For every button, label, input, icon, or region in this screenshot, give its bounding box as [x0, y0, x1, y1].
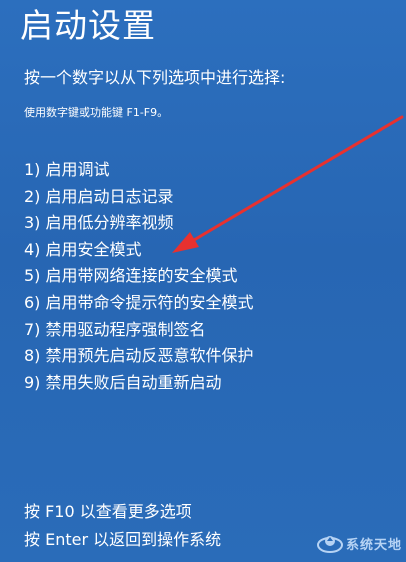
- startup-options-list: 1) 启用调试 2) 启用启动日志记录 3) 启用低分辨率视频 4) 启用安全模…: [24, 157, 254, 396]
- site-logo-icon: [316, 536, 343, 553]
- return-to-os-prompt[interactable]: 按 Enter 以返回到操作系统: [24, 526, 221, 554]
- option-enable-debugging[interactable]: 1) 启用调试: [24, 157, 254, 184]
- option-disable-driver-signature-enforcement[interactable]: 7) 禁用驱动程序强制签名: [24, 317, 254, 344]
- watermark-text: 系统天地: [345, 537, 402, 553]
- instruction-text: 按一个数字以从下列选项中进行选择:: [24, 68, 286, 87]
- key-hint-text: 使用数字键或功能键 F1-F9。: [24, 106, 169, 119]
- option-enable-safe-mode-command-prompt[interactable]: 6) 启用带命令提示符的安全模式: [24, 290, 254, 317]
- site-watermark: 系统天地: [316, 532, 402, 554]
- option-disable-auto-restart[interactable]: 9) 禁用失败后自动重新启动: [24, 370, 254, 397]
- footer-instructions: 按 F10 以查看更多选项 按 Enter 以返回到操作系统: [24, 498, 221, 554]
- option-enable-safe-mode[interactable]: 4) 启用安全模式: [24, 237, 254, 264]
- option-enable-safe-mode-networking[interactable]: 5) 启用带网络连接的安全模式: [24, 263, 254, 290]
- page-title: 启动设置: [20, 6, 156, 45]
- more-options-prompt[interactable]: 按 F10 以查看更多选项: [24, 498, 221, 526]
- option-enable-boot-logging[interactable]: 2) 启用启动日志记录: [24, 184, 254, 211]
- startup-settings-screen: 启动设置 按一个数字以从下列选项中进行选择: 使用数字键或功能键 F1-F9。 …: [0, 0, 406, 562]
- option-enable-low-resolution-video[interactable]: 3) 启用低分辨率视频: [24, 210, 254, 237]
- option-disable-early-launch-antimalware[interactable]: 8) 禁用预先启动反恶意软件保护: [24, 343, 254, 370]
